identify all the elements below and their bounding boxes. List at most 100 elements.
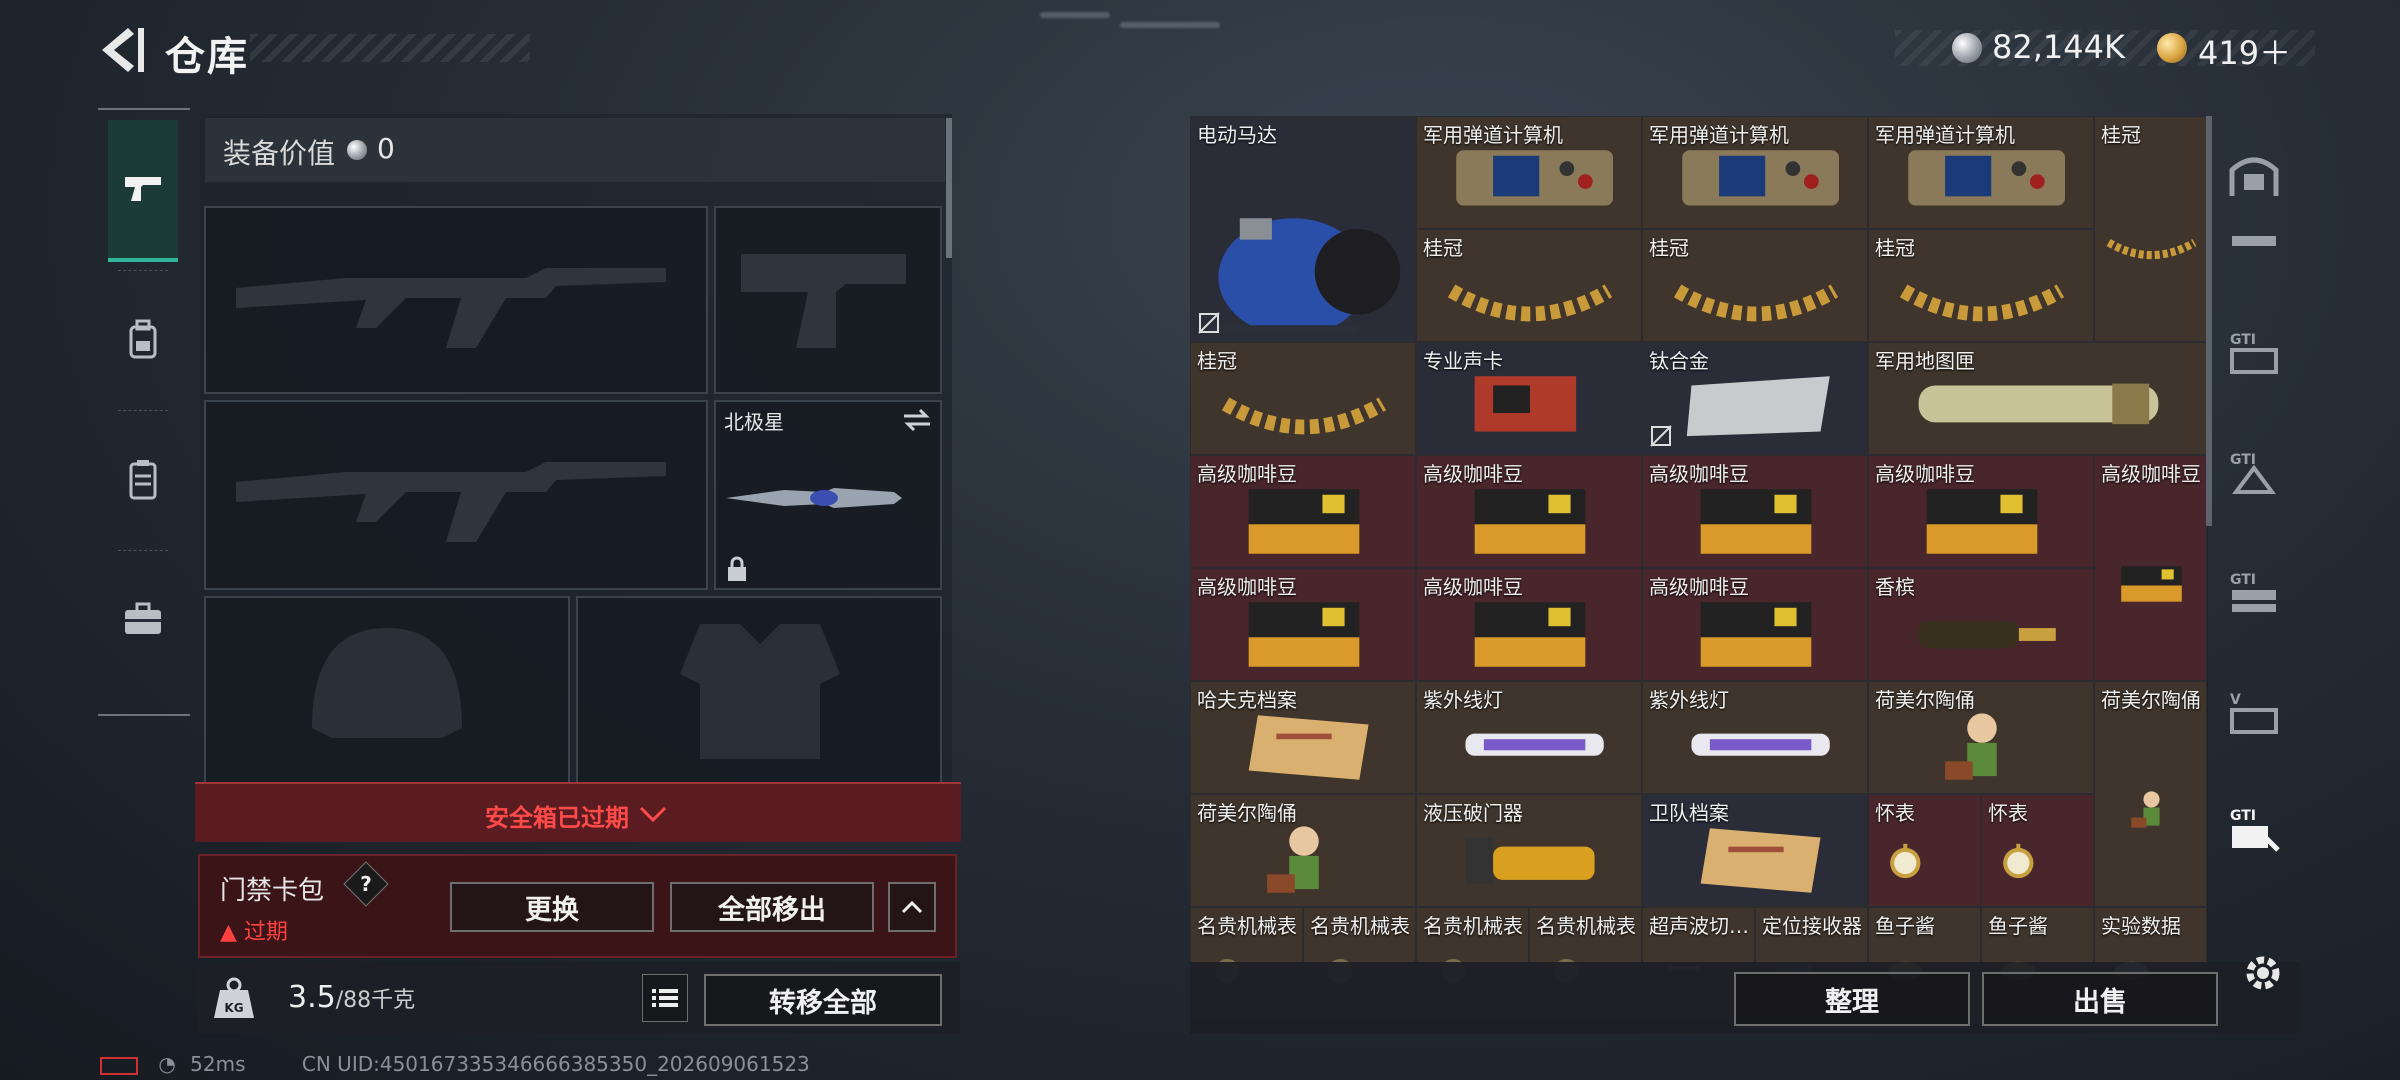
list-icon	[652, 989, 678, 1007]
item-label: 紫外线灯	[1649, 688, 1729, 712]
storage-scrollbar[interactable]	[2206, 116, 2212, 526]
chevron-up-icon	[901, 900, 923, 914]
hydraulic-breacher-icon	[1465, 837, 1595, 884]
ballistic-computer-icon	[1456, 150, 1613, 206]
swap-icon[interactable]	[902, 408, 932, 432]
storage-item[interactable]: 桂冠	[1190, 342, 1416, 455]
storage-active-icon[interactable]: GTI	[2228, 806, 2284, 856]
laurel-crown-icon	[1221, 397, 1387, 435]
storage-item[interactable]: 桂冠	[1416, 229, 1642, 342]
storage-item[interactable]: 紫外线灯	[1642, 681, 1868, 794]
secondary-weapon-slot[interactable]	[204, 400, 708, 590]
item-label: 高级咖啡豆	[1649, 575, 1749, 599]
storage-item[interactable]: 荷美尔陶俑	[2094, 681, 2207, 907]
item-label: 名贵机械表	[1310, 914, 1410, 938]
storage-item[interactable]: 荷美尔陶俑	[1868, 681, 2094, 794]
not-tradable-icon	[1650, 425, 1672, 447]
storage-item[interactable]: 高级咖啡豆	[1416, 455, 1642, 568]
storage-item[interactable]: 军用弹道计算机	[1868, 116, 2094, 229]
knife-icon	[726, 488, 902, 508]
storage-1-icon[interactable]	[2228, 232, 2280, 252]
storage-5-icon[interactable]: V	[2228, 690, 2280, 736]
storage-item[interactable]: 高级咖啡豆	[1642, 455, 1868, 568]
storage-3-icon[interactable]: GTI	[2228, 450, 2280, 496]
storage-item[interactable]: 香槟	[1868, 568, 2094, 681]
sell-button[interactable]: 出售	[1982, 972, 2218, 1026]
keycard-expired-status: ▲ 过期	[220, 920, 288, 945]
sound-card-icon	[1474, 376, 1577, 432]
replace-button[interactable]: 更换	[450, 882, 654, 932]
loadout-scrollbar[interactable]	[946, 118, 952, 258]
tab-backpack[interactable]	[108, 270, 178, 408]
storage-item[interactable]: 钛合金	[1642, 342, 1868, 455]
storage-item[interactable]: 高级咖啡豆	[1868, 455, 2094, 568]
transfer-all-button[interactable]: 转移全部	[704, 974, 942, 1026]
storage-item[interactable]: 电动马达	[1190, 116, 1416, 342]
item-label: 名贵机械表	[1197, 914, 1297, 938]
storage-item[interactable]: 高级咖啡豆	[1416, 568, 1642, 681]
collapse-button[interactable]	[888, 882, 936, 932]
coffee-bag-icon	[1926, 489, 2038, 554]
storage-item[interactable]: 军用地图匣	[1868, 342, 2207, 455]
status-bar: ◔ 52ms CN UID:450167335346666385350_2026…	[100, 1052, 810, 1076]
item-label: 专业声卡	[1423, 349, 1503, 373]
storage-item[interactable]: 紫外线灯	[1416, 681, 1642, 794]
move-all-out-button[interactable]: 全部移出	[670, 882, 874, 932]
primary-weapon-slot[interactable]	[204, 206, 708, 394]
storage-item[interactable]: 怀表	[1981, 794, 2094, 907]
storage-item[interactable]: 军用弹道计算机	[1416, 116, 1642, 229]
svg-text:KG: KG	[224, 1001, 243, 1015]
storage-item[interactable]: 哈夫克档案	[1190, 681, 1416, 794]
storage-item[interactable]: 高级咖啡豆	[1642, 568, 1868, 681]
silver-coin-icon	[1952, 33, 1982, 63]
tab-vest[interactable]	[108, 410, 178, 548]
sidearm-slot[interactable]	[714, 206, 942, 394]
item-label: 名贵机械表	[1423, 914, 1523, 938]
item-label: 荷美尔陶俑	[1875, 688, 1975, 712]
storage-item[interactable]: 怀表	[1868, 794, 1981, 907]
currency-gold[interactable]: 419＋	[2198, 28, 2291, 74]
vault-icon[interactable]	[2228, 150, 2280, 198]
storage-2-icon[interactable]: GTI	[2228, 330, 2280, 376]
page-title: 仓库	[165, 34, 249, 80]
equip-value-label: 装备价值	[223, 137, 336, 170]
item-label: 桂冠	[2101, 123, 2141, 147]
vest-silhouette-icon	[680, 624, 840, 759]
storage-4-icon[interactable]: GTI	[2228, 570, 2280, 616]
safebox-expired-banner[interactable]: 安全箱已过期	[195, 782, 961, 842]
tab-case[interactable]	[108, 550, 178, 688]
storage-item[interactable]: 高级咖啡豆	[2094, 455, 2207, 681]
armor-slot[interactable]	[576, 596, 942, 790]
svg-text:GTI: GTI	[2230, 452, 2256, 468]
storage-item[interactable]: 液压破门器	[1416, 794, 1642, 907]
item-label: 哈夫克档案	[1197, 688, 1297, 712]
item-label: 超声波切…	[1649, 914, 1749, 938]
list-view-button[interactable]	[642, 974, 688, 1022]
weight-bar: KG 3.5/88千克 转移全部	[198, 962, 960, 1034]
storage-item[interactable]: 荷美尔陶俑	[1190, 794, 1416, 907]
storage-item[interactable]: 卫队档案	[1642, 794, 1868, 907]
keycard-title: 门禁卡包	[220, 876, 325, 906]
tab-weapons[interactable]	[108, 120, 178, 262]
svg-text:GTI: GTI	[2230, 572, 2256, 588]
storage-item[interactable]: 桂冠	[2094, 116, 2207, 342]
settings-gear-icon[interactable]	[2240, 950, 2286, 996]
electric-motor-icon	[1207, 218, 1401, 333]
item-label: 军用弹道计算机	[1875, 123, 2015, 147]
back-arrow-icon[interactable]	[98, 24, 146, 76]
pocket-watch-icon	[1890, 843, 1921, 879]
storage-item[interactable]: 高级咖啡豆	[1190, 455, 1416, 568]
storage-item[interactable]: 高级咖啡豆	[1190, 568, 1416, 681]
item-label: 怀表	[1875, 801, 1915, 825]
coffee-bag-icon	[2121, 566, 2182, 602]
item-label: 高级咖啡豆	[1423, 462, 1523, 486]
help-icon[interactable]: ?	[343, 861, 389, 907]
storage-item[interactable]: 桂冠	[1868, 229, 2094, 342]
ballistic-computer-icon	[1908, 150, 2065, 206]
storage-item[interactable]: 桂冠	[1642, 229, 1868, 342]
storage-item[interactable]: 专业声卡	[1416, 342, 1642, 455]
melee-slot[interactable]: 北极星	[714, 400, 942, 590]
sort-button[interactable]: 整理	[1734, 972, 1970, 1026]
storage-item[interactable]: 军用弹道计算机	[1642, 116, 1868, 229]
helmet-slot[interactable]	[204, 596, 570, 790]
